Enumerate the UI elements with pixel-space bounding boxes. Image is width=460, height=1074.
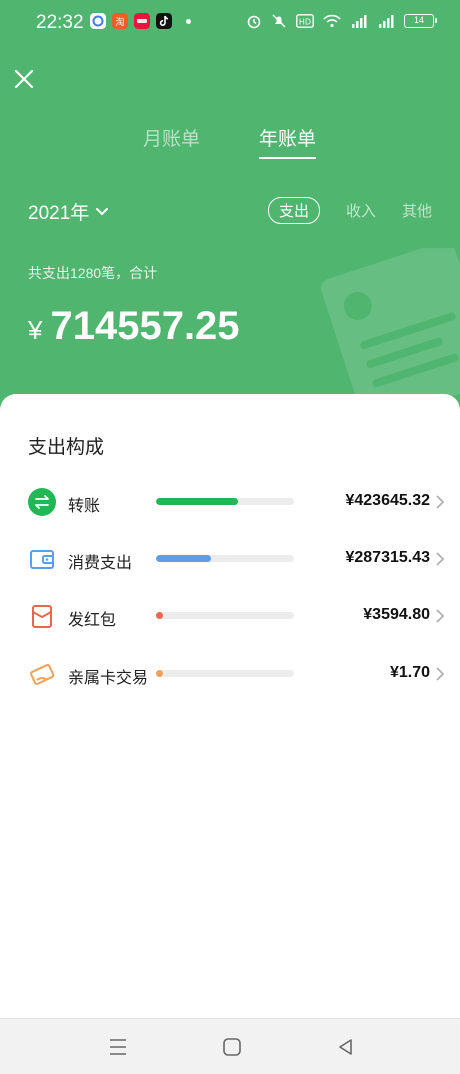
composition-bar-track [156,555,294,562]
type-filters: 支出 收入 其他 [267,197,432,224]
bill-tabs: 月账单 年账单 [0,124,460,164]
composition-bar-dot [156,612,163,619]
header-panel: 22:32 淘 HD 14 月账单 年账单 2021年 支出 收入 其他 共支出… [0,0,460,420]
composition-card: 支出构成 转账 ¥423645.32 消费支出 ¥287315.43 发红包 ¥… [0,394,460,1018]
tab-yearly-bill[interactable]: 年账单 [259,124,317,159]
filter-other[interactable]: 其他 [402,200,432,221]
total-amount-value: 714557.25 [50,304,240,348]
hd-icon: HD [296,14,314,28]
family-card-icon [30,663,55,685]
composition-bar-track [156,612,294,619]
menu-icon[interactable] [107,1036,129,1058]
back-icon[interactable] [335,1036,357,1058]
composition-item-transfer[interactable]: 转账 ¥423645.32 [0,482,460,522]
notification-app-icons: 淘 [90,13,191,29]
currency-symbol: ¥ [28,315,43,345]
composition-bar-fill [156,498,238,505]
chevron-right-icon [436,495,445,509]
composition-bar-track [156,498,294,505]
alarm-icon [247,15,261,29]
summary-text: 共支出1280笔，合计 [28,265,158,281]
douyin-icon [156,13,172,29]
system-nav-bar [0,1018,460,1074]
taobao-icon: 淘 [112,13,128,29]
composition-bar-track [156,670,294,677]
total-amount: ¥ 714557.25 [28,304,240,349]
composition-item-amount: ¥287315.43 [345,549,430,566]
svg-text:HD: HD [299,18,311,27]
chevron-right-icon [436,667,445,681]
chevron-right-icon [436,552,445,566]
wifi-icon [323,14,341,28]
status-time: 22:32 [36,12,84,33]
more-notifications-dot [186,18,191,24]
composition-item-name: 亲属卡交易 [68,670,149,687]
5g-signal-icon [352,15,367,28]
composition-item-amount: ¥1.70 [389,664,430,681]
home-icon[interactable] [221,1036,243,1058]
quark-icon [90,13,106,29]
composition-bar-fill [156,555,212,562]
chevron-right-icon [436,609,445,623]
composition-title: 支出构成 [28,437,105,458]
wallet-icon [30,550,54,569]
composition-item-family-card[interactable]: 亲属卡交易 ¥1.70 [0,654,460,694]
close-icon[interactable] [12,67,36,91]
transfer-icon [28,488,56,516]
svg-text:淘: 淘 [115,16,124,28]
system-icons: HD 14 [246,13,437,29]
weibo-icon [134,13,150,29]
mute-icon [272,14,286,28]
red-packet-icon [32,605,52,628]
composition-item-name: 发红包 [68,612,117,629]
composition-item-name: 转账 [68,498,101,515]
year-selector[interactable]: 2021年 [28,198,109,225]
status-bar: 22:32 淘 HD 14 [0,0,460,46]
composition-item-name: 消费支出 [68,555,133,572]
filter-expense[interactable]: 支出 [267,197,320,224]
filter-income[interactable]: 收入 [346,200,376,221]
tab-monthly-bill[interactable]: 月账单 [143,124,200,151]
battery-icon: 14 [404,14,437,28]
composition-item-amount: ¥3594.80 [363,606,430,623]
composition-item-amount: ¥423645.32 [345,492,430,509]
composition-item-consumption[interactable]: 消费支出 ¥287315.43 [0,539,460,579]
chevron-down-icon [96,207,109,215]
composition-item-red-packet[interactable]: 发红包 ¥3594.80 [0,596,460,636]
5g-signal-icon [379,15,394,28]
composition-bar-dot [156,670,163,677]
year-selector-label: 2021年 [28,203,90,224]
